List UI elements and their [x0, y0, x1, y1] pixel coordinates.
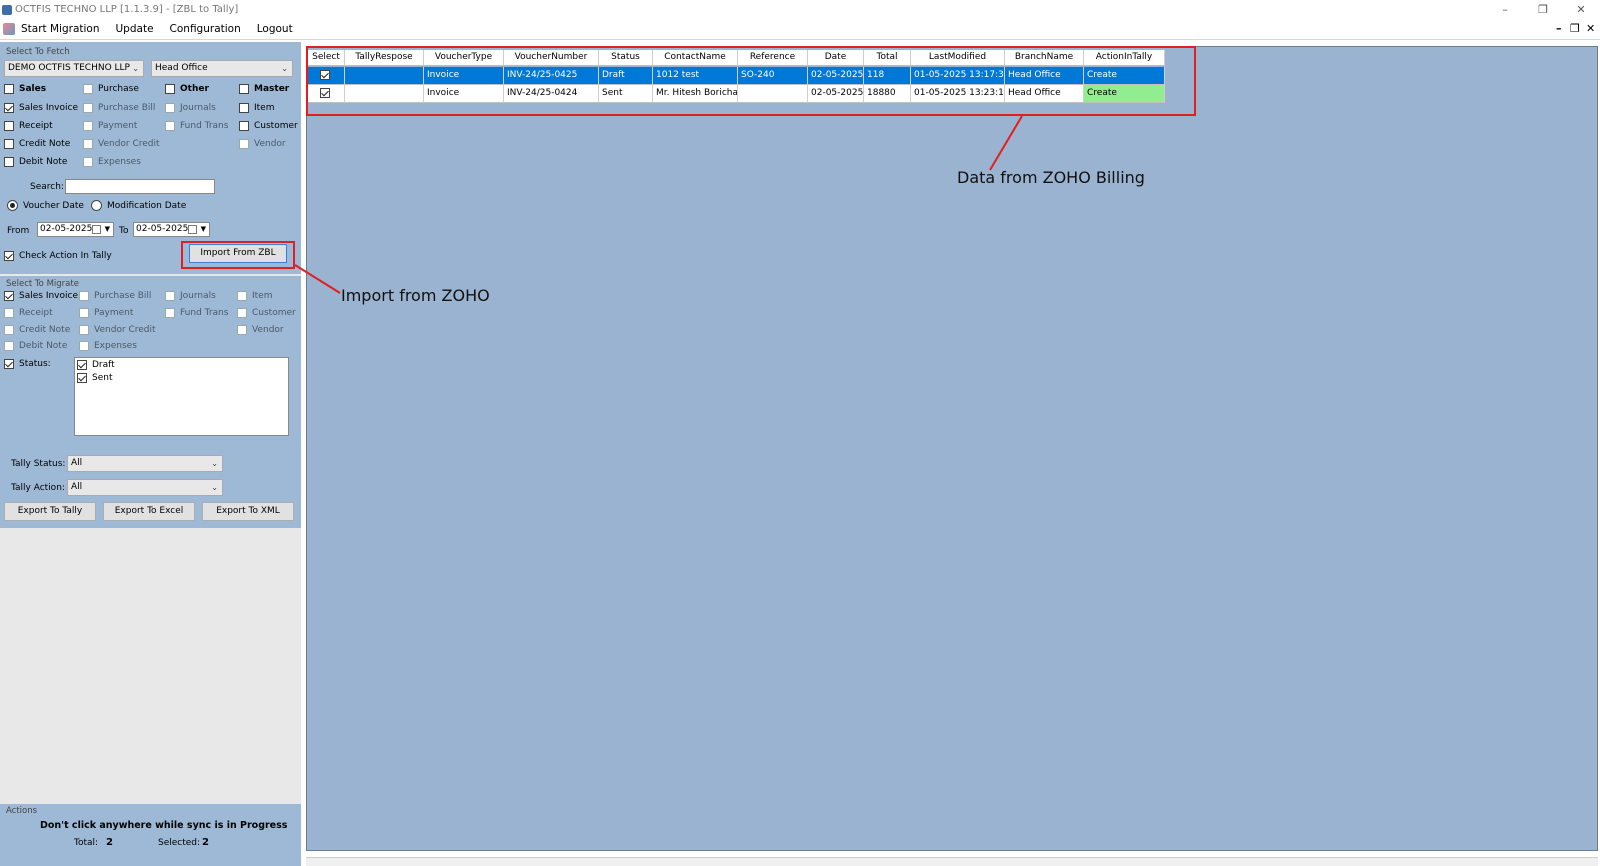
data-annotation-label: Data from ZOHO Billing [957, 168, 1145, 187]
annotation-arrows [294, 115, 1023, 294]
data-arrow-line [989, 115, 1023, 171]
import-arrow-line [294, 264, 341, 294]
import-annotation-label: Import from ZOHO [341, 286, 490, 305]
